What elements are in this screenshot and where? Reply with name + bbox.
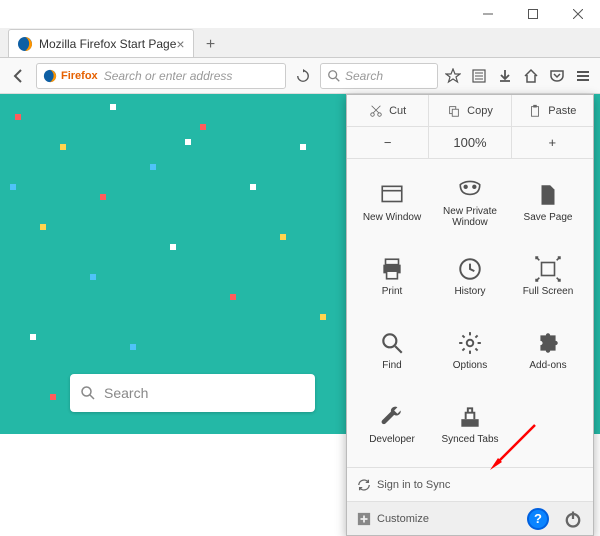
quit-button[interactable] [563,509,583,529]
pocket-button[interactable] [544,62,570,90]
paste-button[interactable]: Paste [512,95,593,126]
search-placeholder: Search [345,69,383,83]
search-icon [327,69,341,83]
maximize-button[interactable] [510,0,555,28]
search-bar[interactable]: Search [320,63,438,89]
cut-button[interactable]: Cut [347,95,429,126]
menu-item-new-private-window[interactable]: New Private Window [433,167,507,237]
zoom-in-button[interactable]: + [512,127,593,158]
url-bar[interactable]: Firefox Search or enter address [36,63,286,89]
firefox-identity-icon [43,69,57,83]
puzzle-icon [535,330,561,356]
url-placeholder: Search or enter address [104,69,233,83]
zoom-out-button[interactable]: − [347,127,429,158]
home-button[interactable] [518,62,544,90]
clock-icon [457,256,483,282]
toolbar-icons [440,62,596,90]
tab-active[interactable]: Mozilla Firefox Start Page × [8,29,194,57]
plus-box-icon [357,512,371,526]
fullscreen-icon [535,256,561,282]
menu-item-addons[interactable]: Add-ons [511,315,585,385]
tab-title: Mozilla Firefox Start Page [39,37,176,51]
url-identity-label: Firefox [61,70,98,82]
menu-item-new-window[interactable]: New Window [355,167,429,237]
zoom-row: − 100% + [347,127,593,159]
new-tab-button[interactable]: + [198,33,224,57]
reading-list-button[interactable] [466,62,492,90]
hamburger-menu-panel: Cut Copy Paste − 100% + New Window New P… [346,94,594,536]
copy-button[interactable]: Copy [429,95,511,126]
menu-item-full-screen[interactable]: Full Screen [511,241,585,311]
menu-item-save-page[interactable]: Save Page [511,167,585,237]
menu-item-history[interactable]: History [433,241,507,311]
firefox-favicon-icon [17,36,33,52]
reload-button[interactable] [288,61,318,91]
tab-close-icon[interactable]: × [176,36,184,52]
window-titlebar [0,0,600,28]
customize-row: Customize ? [347,501,593,535]
customize-label[interactable]: Customize [377,513,429,525]
menu-item-find[interactable]: Find [355,315,429,385]
nav-bar: Firefox Search or enter address Search [0,58,600,94]
hamburger-menu-button[interactable] [570,62,596,90]
printer-icon [379,256,405,282]
mask-icon [457,176,483,202]
copy-icon [447,104,461,118]
sync-icon [357,478,371,492]
tab-bar: Mozilla Firefox Start Page × + [0,28,600,58]
menu-grid: New Window New Private Window Save Page … [347,159,593,467]
edit-row: Cut Copy Paste [347,95,593,127]
magnifier-icon [379,330,405,356]
menu-item-options[interactable]: Options [433,315,507,385]
menu-item-synced-tabs[interactable]: Synced Tabs [433,389,507,459]
sign-in-label: Sign in to Sync [377,479,450,491]
zoom-level[interactable]: 100% [429,127,511,158]
gear-icon [457,330,483,356]
bookmark-star-button[interactable] [440,62,466,90]
scissors-icon [369,104,383,118]
home-search-input[interactable]: Search [70,374,315,412]
paste-icon [528,104,542,118]
menu-item-print[interactable]: Print [355,241,429,311]
downloads-button[interactable] [492,62,518,90]
close-window-button[interactable] [555,0,600,28]
help-button[interactable]: ? [527,508,549,530]
home-search-placeholder: Search [104,385,148,401]
minimize-button[interactable] [465,0,510,28]
synced-tabs-icon [457,404,483,430]
sign-in-row[interactable]: Sign in to Sync [347,467,593,501]
document-icon [535,182,561,208]
menu-item-developer[interactable]: Developer [355,389,429,459]
back-button[interactable] [4,61,34,91]
window-icon [379,182,405,208]
wrench-icon [379,404,405,430]
search-icon [80,385,96,401]
